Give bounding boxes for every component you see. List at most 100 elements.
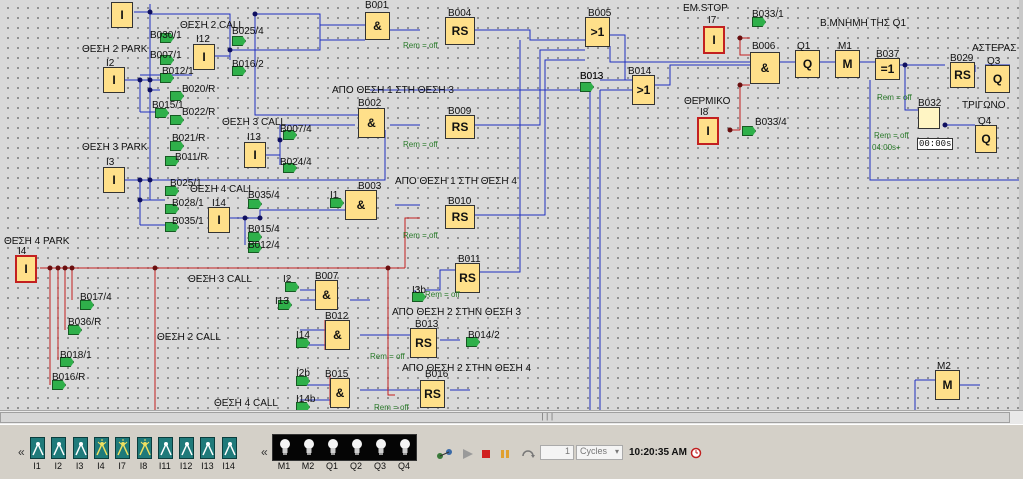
input-switch-label: I12: [179, 461, 193, 471]
cycles-input[interactable]: 1: [540, 445, 574, 460]
rs-block-b029[interactable]: RS: [950, 62, 975, 88]
input-switch-i3[interactable]: [72, 437, 88, 459]
input-switch-i13[interactable]: [200, 437, 216, 459]
output-block-q3[interactable]: Q: [985, 65, 1010, 93]
block-tag: B003: [358, 181, 382, 192]
flag-label: B036/R: [68, 317, 102, 328]
block-tag: Q3: [987, 56, 1001, 67]
and-block-b015[interactable]: &: [330, 378, 350, 408]
output-block-q1[interactable]: Q: [795, 50, 820, 78]
input-switch-label: I7: [118, 461, 126, 471]
block-tag: I2: [106, 58, 115, 69]
flag-label: B012/1: [162, 66, 194, 77]
diagram-canvas[interactable]: I I I I I I I I I & RS >1 & RS >1 & RS R…: [0, 0, 1019, 410]
and-block-b012[interactable]: &: [325, 320, 350, 350]
vertical-scrollbar[interactable]: [1019, 0, 1023, 410]
flag-label: B015/1: [152, 100, 184, 111]
block-tag: M1: [838, 41, 852, 52]
simulation-toolbar: « I1 I2 I3 I4 I7 I8 I11 I12 I13 I14 « M1 M2 Q1 Q2 Q3 Q…: [0, 424, 1023, 479]
and-block-b006[interactable]: &: [750, 52, 780, 84]
section-title: ΑΠΟ ΘΕΣΗ 1 ΣΤΗ ΘΕΣΗ 4: [395, 176, 517, 187]
and-block-b003[interactable]: &: [345, 190, 377, 220]
output-label: M2: [301, 461, 315, 471]
block-tag: B029: [950, 53, 974, 64]
input-block-i3[interactable]: I: [103, 167, 125, 193]
or-block-b005[interactable]: >1: [585, 17, 610, 47]
input-switch-i7[interactable]: [115, 437, 131, 459]
flag-label: B024/4: [280, 157, 312, 168]
block-tag: I4: [18, 246, 27, 257]
stop-icon[interactable]: [481, 447, 491, 465]
alarm-clock-icon[interactable]: [690, 446, 702, 464]
rs-block-b016[interactable]: RS: [420, 380, 445, 408]
block-tag: Q1: [797, 41, 811, 52]
xor-block-b037[interactable]: =1: [875, 58, 900, 80]
block-tag: B009: [448, 106, 472, 117]
output-block-q4[interactable]: Q: [975, 125, 997, 153]
cycles-unit-select[interactable]: Cycles ▾: [576, 445, 623, 460]
input-block-i4[interactable]: I: [15, 255, 37, 283]
flag-label: B028/1: [172, 198, 204, 209]
and-block-b001[interactable]: &: [365, 12, 390, 40]
input-block-i12[interactable]: I: [193, 44, 215, 70]
horizontal-scrollbar[interactable]: |||: [0, 410, 1023, 424]
and-block-b007[interactable]: &: [315, 280, 338, 310]
retentivity-label: Rem = off: [425, 290, 460, 299]
lamp-icon: [351, 438, 363, 456]
block-tag: B037: [876, 49, 900, 60]
timer-block-b032[interactable]: [918, 107, 940, 129]
cycles-unit-label: Cycles: [580, 446, 608, 456]
section-title: ΘΕΡΜΙΚΟ: [684, 96, 731, 107]
rs-block-b011[interactable]: RS: [455, 263, 480, 293]
section-title: ΑΠΟ ΘΕΣΗ 2 ΣΤΗΝ ΘΕΣΗ 3: [392, 307, 522, 318]
flag-label: B013: [580, 71, 604, 82]
flag-label: B030/1: [150, 30, 182, 41]
section-title: ΘΕΣΗ 4 PARK: [4, 236, 70, 247]
input-block-i7[interactable]: I: [703, 26, 725, 54]
input-switch-i1[interactable]: [30, 437, 45, 459]
input-switch-label: I4: [97, 461, 105, 471]
section-title: EM.STOP: [683, 3, 728, 14]
play-icon[interactable]: [462, 447, 474, 465]
input-switch-i14[interactable]: [221, 437, 237, 459]
step-cycle-icon[interactable]: [521, 447, 537, 465]
block-tag: B010: [448, 196, 472, 207]
network-icon[interactable]: [436, 447, 454, 466]
block-tag: B002: [358, 98, 382, 109]
collapse-outputs-chevron[interactable]: «: [261, 445, 268, 459]
input-switch-i4[interactable]: [93, 437, 109, 459]
lamp-icon: [327, 438, 339, 456]
input-block-i8[interactable]: I: [697, 117, 719, 145]
input-switch-i12[interactable]: [179, 437, 195, 459]
scrollbar-thumb[interactable]: [0, 412, 1010, 423]
input-switch-i2[interactable]: [51, 437, 67, 459]
flag-block-m1[interactable]: M: [835, 50, 860, 78]
output-label: Q2: [349, 461, 362, 471]
section-title: ΤΡΙΓΩΝΟ: [962, 100, 1006, 111]
block-tag: I12: [196, 34, 210, 45]
block-tag: B004: [448, 8, 472, 19]
rs-block-b009[interactable]: RS: [445, 115, 475, 139]
section-title: ΘΕΣΗ 2 CALL: [180, 20, 244, 31]
or-block-b014[interactable]: >1: [632, 75, 655, 105]
input-block-i13[interactable]: I: [244, 142, 266, 168]
input-block-i2[interactable]: I: [103, 67, 125, 93]
rs-block-b013[interactable]: RS: [410, 328, 437, 358]
collapse-inputs-chevron[interactable]: «: [18, 445, 25, 459]
flag-label: I14b: [296, 394, 316, 405]
input-switch-label: I11: [158, 461, 171, 471]
input-block-i1[interactable]: I: [111, 2, 133, 28]
flag-label: B011/R: [175, 152, 208, 163]
and-block-b002[interactable]: &: [358, 108, 385, 138]
pause-icon[interactable]: [500, 447, 510, 465]
input-switch-i11[interactable]: [157, 437, 173, 459]
retentivity-label: Rem = off: [403, 231, 438, 240]
simulation-clock: 10:20:35 AM: [629, 447, 687, 458]
rs-block-b010[interactable]: RS: [445, 205, 475, 229]
section-title: ΘΕΣΗ 3 PARK: [82, 142, 148, 153]
input-switch-i8[interactable]: [136, 437, 152, 459]
input-block-i14[interactable]: I: [208, 207, 230, 233]
flag-label: I13: [275, 296, 289, 307]
flag-block-m2[interactable]: M: [935, 370, 960, 400]
rs-block-b004[interactable]: RS: [445, 17, 475, 45]
